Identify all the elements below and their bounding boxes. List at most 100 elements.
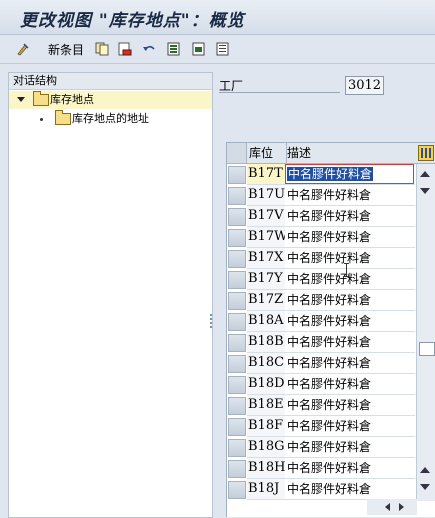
storage-location-cell: B18E <box>247 395 286 416</box>
table-row[interactable]: B18G 中名膠件好料倉 <box>227 437 417 458</box>
scroll-up-icon[interactable] <box>420 171 430 177</box>
description-text: 中名膠件好料倉 <box>287 398 372 412</box>
edit-toggle-button[interactable] <box>16 39 30 59</box>
select-all-rows-button[interactable] <box>227 143 247 163</box>
storage-location-cell: B18B <box>247 332 286 353</box>
table-row[interactable]: B18E 中名膠件好料倉 <box>227 395 417 416</box>
storage-location-cell: B18D <box>247 374 286 395</box>
window-title: 更改视图 "库存地点"：概览 <box>20 11 245 31</box>
pane-splitter-handle[interactable] <box>210 312 213 332</box>
row-selector[interactable] <box>228 418 246 436</box>
select-all-button[interactable] <box>167 39 181 59</box>
row-selector[interactable] <box>228 166 246 184</box>
dialog-structure-pane: 对话结构 库存地点 库存地点的地址 <box>8 72 213 518</box>
description-cell[interactable]: 中名膠件好料倉 <box>285 374 415 395</box>
table-row[interactable]: B18B 中名膠件好料倉 <box>227 332 417 353</box>
row-selector[interactable] <box>228 187 246 205</box>
new-entries-button[interactable]: 新条目 <box>44 39 84 59</box>
table-row[interactable]: B18H 中名膠件好料倉 <box>227 458 417 479</box>
storage-location-table: 库位 描述 B17T 中名膠件好料倉 B17U 中名膠件好料倉 B17V 中名膠件好料倉 B… <box>226 142 435 517</box>
row-selector[interactable] <box>228 334 246 352</box>
row-selector[interactable] <box>228 439 246 457</box>
description-cell[interactable]: 中名膠件好料倉 <box>285 458 415 479</box>
tree-item-label: 库存地点 <box>50 93 94 106</box>
description-text: 中名膠件好料倉 <box>287 230 372 244</box>
table-row[interactable]: B17V 中名膠件好料倉 <box>227 206 417 227</box>
open-folder-icon <box>33 91 49 106</box>
table-settings-icon[interactable] <box>418 145 434 161</box>
scroll-right-icon[interactable] <box>399 503 404 511</box>
plant-label-underline <box>219 92 340 93</box>
row-selector[interactable] <box>228 481 246 499</box>
table-row[interactable]: B17Z 中名膠件好料倉 <box>227 290 417 311</box>
row-selector[interactable] <box>228 355 246 373</box>
description-text: 中名膠件好料倉 <box>287 377 372 391</box>
description-cell[interactable]: 中名膠件好料倉 <box>285 332 415 353</box>
description-cell[interactable]: 中名膠件好料倉 <box>285 185 415 206</box>
description-cell[interactable]: 中名膠件好料倉 <box>285 395 415 416</box>
horizontal-scrollbar[interactable] <box>367 499 417 515</box>
column-header-storage-location[interactable]: 库位 <box>247 143 287 163</box>
tree-item-storage-location[interactable]: 库存地点 <box>9 91 212 109</box>
row-selector[interactable] <box>228 313 246 331</box>
row-selector[interactable] <box>228 397 246 415</box>
scroll-down-icon[interactable] <box>420 188 430 194</box>
table-row[interactable]: B17U 中名膠件好料倉 <box>227 185 417 206</box>
description-cell[interactable]: 中名膠件好料倉 <box>285 227 415 248</box>
description-text: 中名膠件好料倉 <box>287 419 372 433</box>
description-cell[interactable]: 中名膠件好料倉 <box>285 479 415 500</box>
row-selector[interactable] <box>228 229 246 247</box>
description-text: 中名膠件好料倉 <box>287 440 372 454</box>
text-cursor-icon <box>344 263 349 277</box>
table-row[interactable]: B18C 中名膠件好料倉 <box>227 353 417 374</box>
row-selector[interactable] <box>228 208 246 226</box>
row-selector[interactable] <box>228 460 246 478</box>
description-cell[interactable]: 中名膠件好料倉 <box>285 353 415 374</box>
copy-as-button[interactable] <box>95 39 109 59</box>
scroll-up-icon[interactable] <box>420 467 430 473</box>
row-selector[interactable] <box>228 376 246 394</box>
column-header-description[interactable]: 描述 <box>285 143 415 163</box>
description-text: 中名膠件好料倉 <box>287 209 372 223</box>
undo-icon <box>143 45 155 51</box>
row-selector[interactable] <box>228 250 246 268</box>
table-row[interactable]: B17Y 中名膠件好料倉 <box>227 269 417 290</box>
description-text: 中名膠件好料倉 <box>287 335 372 349</box>
table-row[interactable]: B17X 中名膠件好料倉 <box>227 248 417 269</box>
description-cell[interactable]: 中名膠件好料倉 <box>285 269 415 290</box>
delete-button[interactable] <box>118 39 132 59</box>
plant-field[interactable]: 3012 <box>345 76 384 95</box>
vertical-scrollbar[interactable] <box>416 164 435 501</box>
table-row[interactable]: B17W 中名膠件好料倉 <box>227 227 417 248</box>
table-row[interactable]: B18J 中名膠件好料倉 <box>227 479 417 500</box>
description-text: 中名膠件好料倉 <box>287 251 372 265</box>
description-cell[interactable]: 中名膠件好料倉 <box>285 290 415 311</box>
deselect-all-button[interactable] <box>216 39 230 59</box>
description-cell[interactable]: 中名膠件好料倉 <box>285 206 415 227</box>
description-cell[interactable]: 中名膠件好料倉 <box>285 416 415 437</box>
expand-triangle-icon[interactable] <box>17 97 25 102</box>
table-row[interactable]: B18A 中名膠件好料倉 <box>227 311 417 332</box>
description-cell[interactable]: 中名膠件好料倉 <box>285 164 415 185</box>
table-row[interactable]: B17T 中名膠件好料倉 <box>227 164 417 185</box>
tree-item-storage-location-address[interactable]: 库存地点的地址 <box>9 110 212 128</box>
storage-location-cell: B18C <box>247 353 286 374</box>
table-row[interactable]: B18F 中名膠件好料倉 <box>227 416 417 437</box>
description-cell[interactable]: 中名膠件好料倉 <box>285 248 415 269</box>
storage-location-cell: B18G <box>247 437 286 458</box>
select-block-button[interactable] <box>192 39 206 59</box>
scroll-left-icon[interactable] <box>385 503 390 511</box>
scrollbar-thumb[interactable] <box>419 342 435 356</box>
description-cell[interactable]: 中名膠件好料倉 <box>285 437 415 458</box>
description-text: 中名膠件好料倉 <box>287 314 372 328</box>
scroll-down-icon[interactable] <box>420 484 430 490</box>
undo-change-button[interactable] <box>142 39 156 59</box>
table-row[interactable]: B18D 中名膠件好料倉 <box>227 374 417 395</box>
description-cell[interactable]: 中名膠件好料倉 <box>285 311 415 332</box>
dialog-structure-header: 对话结构 <box>9 73 212 90</box>
description-text: 中名膠件好料倉 <box>287 293 372 307</box>
row-selector[interactable] <box>228 271 246 289</box>
row-selector[interactable] <box>228 292 246 310</box>
storage-location-cell: B17X <box>247 248 286 269</box>
tree-item-label: 库存地点的地址 <box>72 112 149 125</box>
